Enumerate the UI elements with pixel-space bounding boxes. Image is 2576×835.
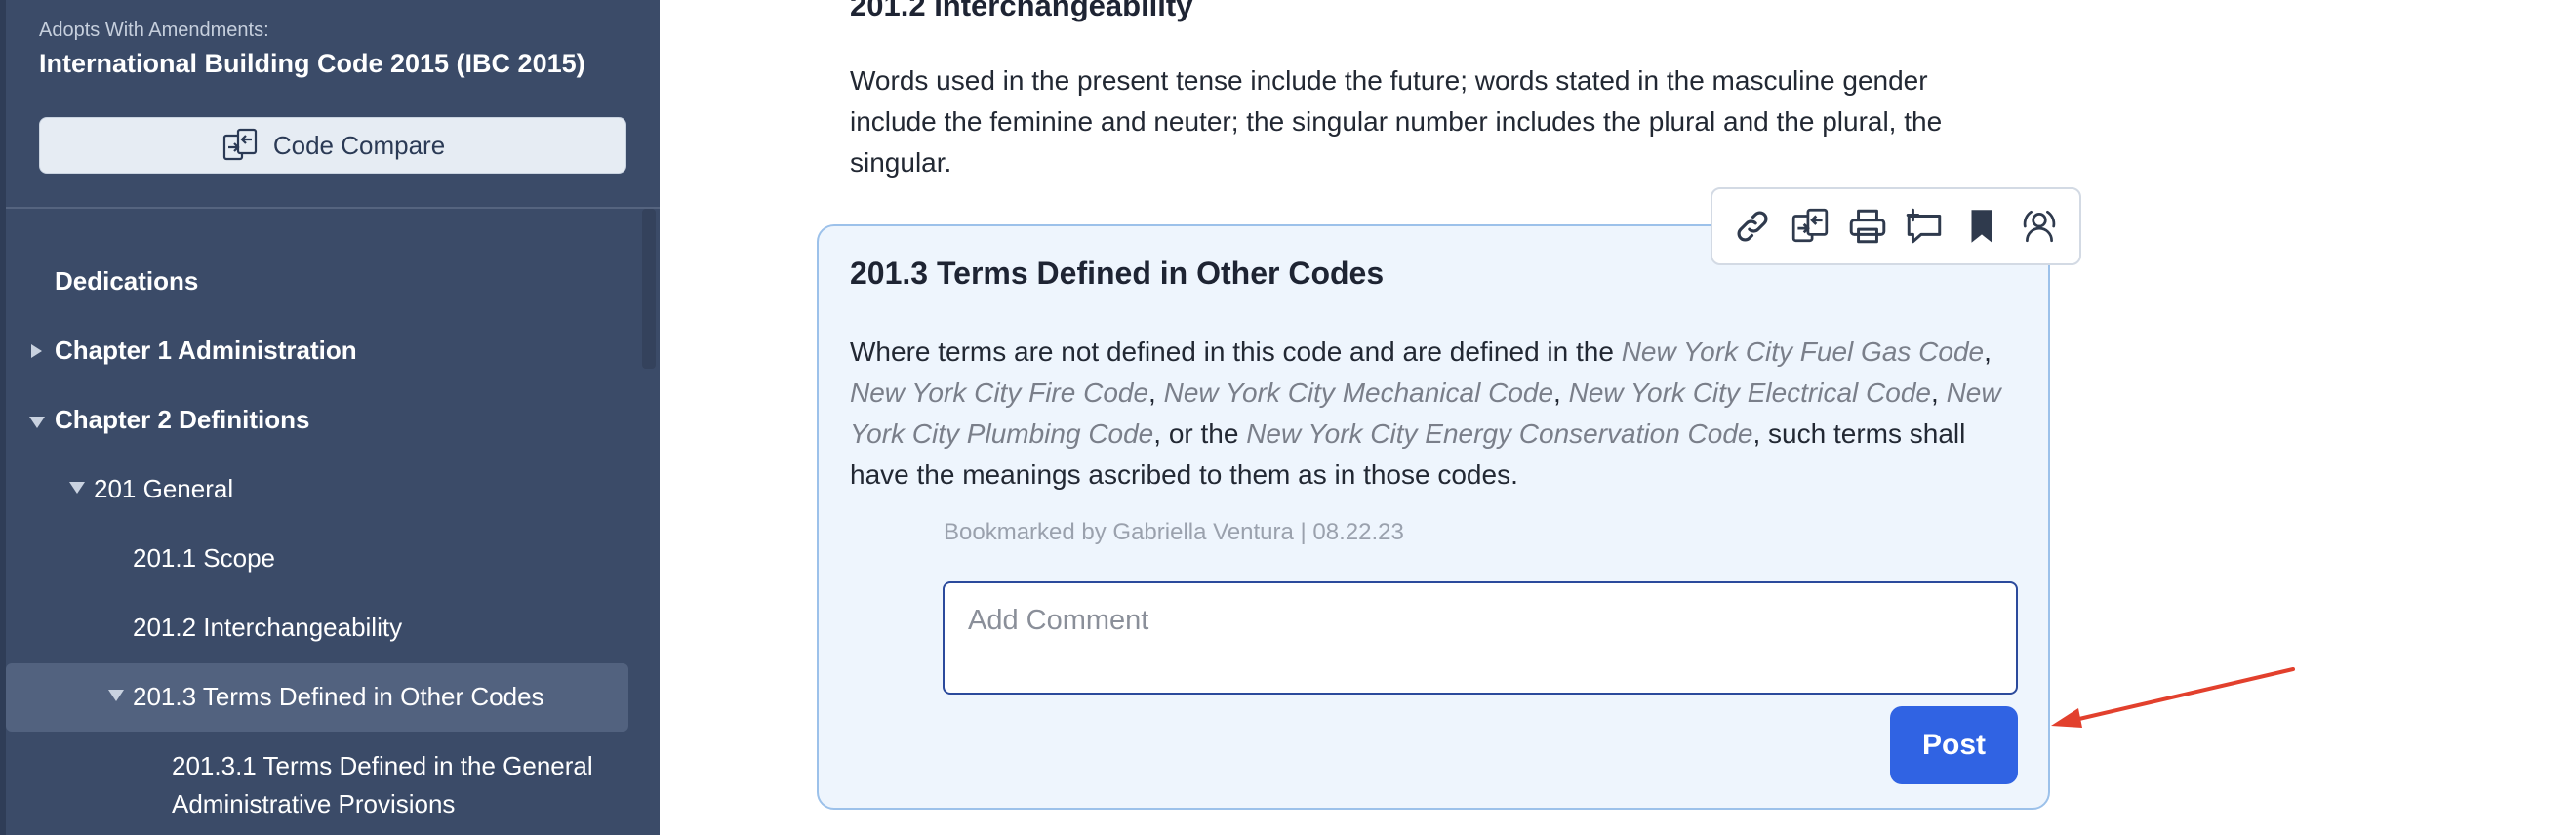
chevron-right-icon[interactable] — [31, 344, 42, 358]
sidebar: Adopts With Amendments: International Bu… — [0, 0, 660, 835]
sidebar-item-chapter-1[interactable]: Chapter 1 Administration — [55, 332, 357, 369]
comment-input[interactable] — [943, 581, 2018, 695]
bookmark-icon[interactable] — [1959, 204, 2004, 249]
chevron-down-icon[interactable] — [69, 482, 85, 494]
section-text-201-3: Where terms are not defined in this code… — [850, 332, 2021, 496]
compare-icon[interactable] — [1788, 204, 1832, 249]
code-reference[interactable]: New York City Fuel Gas Code — [1622, 337, 1984, 367]
sidebar-item-201-1[interactable]: 201.1 Scope — [133, 539, 275, 577]
comment-icon[interactable] — [1902, 204, 1947, 249]
adopts-label: Adopts With Amendments: — [39, 20, 269, 41]
text-segment: Where terms are not defined in this code… — [850, 337, 1622, 367]
compare-icon — [222, 128, 257, 161]
sidebar-item-201-2[interactable]: 201.2 Interchangeability — [133, 609, 402, 646]
annotation-arrow-icon — [2051, 667, 2295, 728]
chevron-down-icon[interactable] — [108, 690, 124, 701]
text-segment: , — [1553, 378, 1569, 408]
post-button[interactable]: Post — [1890, 706, 2018, 784]
section-toolbar — [1711, 187, 2081, 265]
code-compare-label: Code Compare — [272, 130, 446, 160]
sidebar-item-201-3-1-cont[interactable]: Administrative Provisions — [172, 785, 455, 822]
print-icon[interactable] — [1845, 204, 1890, 249]
sidebar-scrollbar[interactable] — [642, 209, 656, 369]
text-segment: , — [1984, 337, 1992, 367]
sidebar-item-201-3-1[interactable]: 201.3.1 Terms Defined in the General — [172, 747, 593, 784]
sidebar-item-chapter-2[interactable]: Chapter 2 Definitions — [55, 401, 309, 438]
text-segment: , or the — [1153, 418, 1247, 449]
sidebar-item-201-3[interactable]: 201.3 Terms Defined in Other Codes — [133, 678, 544, 715]
code-reference[interactable]: New York City Mechanical Code — [1164, 378, 1553, 408]
section-heading-201-3: 201.3 Terms Defined in Other Codes — [850, 256, 1385, 291]
share-icon[interactable] — [2017, 204, 2062, 249]
text-segment: , — [1148, 378, 1164, 408]
code-reference[interactable]: New York City Electrical Code — [1569, 378, 1931, 408]
sidebar-item-201[interactable]: 201 General — [94, 470, 233, 507]
code-title: International Building Code 2015 (IBC 20… — [39, 49, 585, 78]
sidebar-item-dedications[interactable]: Dedications — [55, 262, 198, 299]
sidebar-divider — [6, 207, 660, 209]
link-icon[interactable] — [1730, 204, 1775, 249]
main-content: 201.2 Interchangeability Words used in t… — [660, 0, 2576, 835]
chevron-down-icon[interactable] — [29, 417, 45, 428]
code-reference[interactable]: New York City Fire Code — [850, 378, 1148, 408]
code-compare-button[interactable]: Code Compare — [39, 117, 626, 174]
section-text-201-2: Words used in the present tense include … — [850, 65, 1943, 178]
section-heading-201-2: 201.2 Interchangeability — [850, 0, 1193, 22]
text-segment: , — [1931, 378, 1947, 408]
bookmark-meta: Bookmarked by Gabriella Ventura | 08.22.… — [944, 519, 1404, 545]
code-reference[interactable]: New York City Energy Conservation Code — [1246, 418, 1752, 449]
section-card-201-3 — [817, 224, 2050, 810]
